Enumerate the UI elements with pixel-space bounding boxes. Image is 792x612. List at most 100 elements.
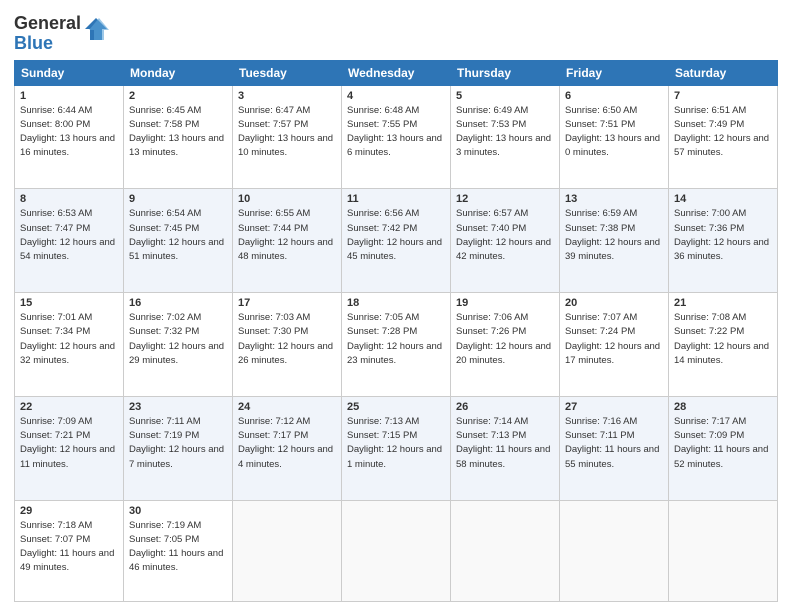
calendar-cell: [342, 500, 451, 601]
sunrise-label: Sunrise: 7:08 AM: [674, 312, 746, 323]
sunrise-label: Sunrise: 6:56 AM: [347, 208, 419, 219]
day-number: 2: [129, 90, 227, 102]
sunset-label: Sunset: 7:45 PM: [129, 223, 199, 234]
col-header-tuesday: Tuesday: [233, 60, 342, 85]
daylight-label: Daylight: 11 hours and 52 minutes.: [674, 444, 768, 469]
sunset-label: Sunset: 7:09 PM: [674, 430, 744, 441]
calendar-cell: 23 Sunrise: 7:11 AM Sunset: 7:19 PM Dayl…: [124, 396, 233, 500]
day-number: 8: [20, 193, 118, 205]
day-info: Sunrise: 7:11 AM Sunset: 7:19 PM Dayligh…: [129, 415, 227, 472]
sunrise-label: Sunrise: 7:17 AM: [674, 416, 746, 427]
sunset-label: Sunset: 7:47 PM: [20, 223, 90, 234]
sunrise-label: Sunrise: 7:16 AM: [565, 416, 637, 427]
day-info: Sunrise: 7:02 AM Sunset: 7:32 PM Dayligh…: [129, 311, 227, 368]
day-info: Sunrise: 6:50 AM Sunset: 7:51 PM Dayligh…: [565, 104, 663, 161]
day-number: 5: [456, 90, 554, 102]
calendar-cell: 12 Sunrise: 6:57 AM Sunset: 7:40 PM Dayl…: [451, 189, 560, 293]
calendar-cell: 22 Sunrise: 7:09 AM Sunset: 7:21 PM Dayl…: [15, 396, 124, 500]
calendar-cell: 10 Sunrise: 6:55 AM Sunset: 7:44 PM Dayl…: [233, 189, 342, 293]
day-info: Sunrise: 7:05 AM Sunset: 7:28 PM Dayligh…: [347, 311, 445, 368]
daylight-label: Daylight: 13 hours and 16 minutes.: [20, 133, 115, 158]
col-header-friday: Friday: [560, 60, 669, 85]
calendar-cell: [233, 500, 342, 601]
day-number: 24: [238, 401, 336, 413]
daylight-label: Daylight: 11 hours and 46 minutes.: [129, 548, 223, 573]
day-number: 30: [129, 505, 227, 517]
calendar-cell: 26 Sunrise: 7:14 AM Sunset: 7:13 PM Dayl…: [451, 396, 560, 500]
calendar-cell: 21 Sunrise: 7:08 AM Sunset: 7:22 PM Dayl…: [669, 293, 778, 397]
calendar-cell: 24 Sunrise: 7:12 AM Sunset: 7:17 PM Dayl…: [233, 396, 342, 500]
day-number: 19: [456, 297, 554, 309]
sunset-label: Sunset: 8:00 PM: [20, 119, 90, 130]
calendar-cell: 17 Sunrise: 7:03 AM Sunset: 7:30 PM Dayl…: [233, 293, 342, 397]
day-info: Sunrise: 7:12 AM Sunset: 7:17 PM Dayligh…: [238, 415, 336, 472]
calendar-cell: 1 Sunrise: 6:44 AM Sunset: 8:00 PM Dayli…: [15, 85, 124, 189]
sunrise-label: Sunrise: 6:50 AM: [565, 105, 637, 116]
sunset-label: Sunset: 7:22 PM: [674, 326, 744, 337]
sunrise-label: Sunrise: 7:18 AM: [20, 520, 92, 531]
day-number: 29: [20, 505, 118, 517]
daylight-label: Daylight: 12 hours and 1 minute.: [347, 444, 442, 469]
week-row-5: 29 Sunrise: 7:18 AM Sunset: 7:07 PM Dayl…: [15, 500, 778, 601]
calendar-cell: 16 Sunrise: 7:02 AM Sunset: 7:32 PM Dayl…: [124, 293, 233, 397]
day-info: Sunrise: 7:19 AM Sunset: 7:05 PM Dayligh…: [129, 519, 227, 576]
calendar-cell: [451, 500, 560, 601]
daylight-label: Daylight: 13 hours and 13 minutes.: [129, 133, 224, 158]
sunrise-label: Sunrise: 7:14 AM: [456, 416, 528, 427]
day-info: Sunrise: 7:00 AM Sunset: 7:36 PM Dayligh…: [674, 207, 772, 264]
daylight-label: Daylight: 12 hours and 23 minutes.: [347, 341, 442, 366]
sunrise-label: Sunrise: 6:57 AM: [456, 208, 528, 219]
calendar-cell: [669, 500, 778, 601]
daylight-label: Daylight: 12 hours and 17 minutes.: [565, 341, 660, 366]
daylight-label: Daylight: 12 hours and 11 minutes.: [20, 444, 115, 469]
daylight-label: Daylight: 13 hours and 10 minutes.: [238, 133, 333, 158]
logo-arrow-icon: [83, 16, 109, 42]
daylight-label: Daylight: 12 hours and 36 minutes.: [674, 237, 769, 262]
day-info: Sunrise: 6:49 AM Sunset: 7:53 PM Dayligh…: [456, 104, 554, 161]
week-row-4: 22 Sunrise: 7:09 AM Sunset: 7:21 PM Dayl…: [15, 396, 778, 500]
header: General Blue: [14, 10, 778, 54]
sunset-label: Sunset: 7:42 PM: [347, 223, 417, 234]
calendar-cell: 25 Sunrise: 7:13 AM Sunset: 7:15 PM Dayl…: [342, 396, 451, 500]
day-number: 4: [347, 90, 445, 102]
sunrise-label: Sunrise: 7:02 AM: [129, 312, 201, 323]
day-number: 20: [565, 297, 663, 309]
sunrise-label: Sunrise: 7:12 AM: [238, 416, 310, 427]
page: General Blue SundayMondayTuesdayWednesda…: [0, 0, 792, 612]
sunrise-label: Sunrise: 6:44 AM: [20, 105, 92, 116]
day-info: Sunrise: 7:17 AM Sunset: 7:09 PM Dayligh…: [674, 415, 772, 472]
daylight-label: Daylight: 12 hours and 4 minutes.: [238, 444, 333, 469]
day-info: Sunrise: 7:01 AM Sunset: 7:34 PM Dayligh…: [20, 311, 118, 368]
sunrise-label: Sunrise: 6:48 AM: [347, 105, 419, 116]
week-row-3: 15 Sunrise: 7:01 AM Sunset: 7:34 PM Dayl…: [15, 293, 778, 397]
day-number: 28: [674, 401, 772, 413]
sunset-label: Sunset: 7:58 PM: [129, 119, 199, 130]
sunrise-label: Sunrise: 6:53 AM: [20, 208, 92, 219]
day-number: 25: [347, 401, 445, 413]
calendar-cell: 14 Sunrise: 7:00 AM Sunset: 7:36 PM Dayl…: [669, 189, 778, 293]
sunrise-label: Sunrise: 7:09 AM: [20, 416, 92, 427]
header-row: SundayMondayTuesdayWednesdayThursdayFrid…: [15, 60, 778, 85]
sunset-label: Sunset: 7:30 PM: [238, 326, 308, 337]
sunrise-label: Sunrise: 7:01 AM: [20, 312, 92, 323]
daylight-label: Daylight: 13 hours and 3 minutes.: [456, 133, 551, 158]
sunset-label: Sunset: 7:55 PM: [347, 119, 417, 130]
day-number: 9: [129, 193, 227, 205]
sunrise-label: Sunrise: 6:55 AM: [238, 208, 310, 219]
sunset-label: Sunset: 7:28 PM: [347, 326, 417, 337]
sunset-label: Sunset: 7:15 PM: [347, 430, 417, 441]
col-header-thursday: Thursday: [451, 60, 560, 85]
sunset-label: Sunset: 7:40 PM: [456, 223, 526, 234]
day-number: 6: [565, 90, 663, 102]
day-info: Sunrise: 7:06 AM Sunset: 7:26 PM Dayligh…: [456, 311, 554, 368]
day-number: 11: [347, 193, 445, 205]
day-number: 14: [674, 193, 772, 205]
sunrise-label: Sunrise: 7:06 AM: [456, 312, 528, 323]
day-number: 10: [238, 193, 336, 205]
sunset-label: Sunset: 7:34 PM: [20, 326, 90, 337]
day-number: 15: [20, 297, 118, 309]
sunset-label: Sunset: 7:32 PM: [129, 326, 199, 337]
sunrise-label: Sunrise: 7:07 AM: [565, 312, 637, 323]
day-info: Sunrise: 7:16 AM Sunset: 7:11 PM Dayligh…: [565, 415, 663, 472]
sunset-label: Sunset: 7:51 PM: [565, 119, 635, 130]
